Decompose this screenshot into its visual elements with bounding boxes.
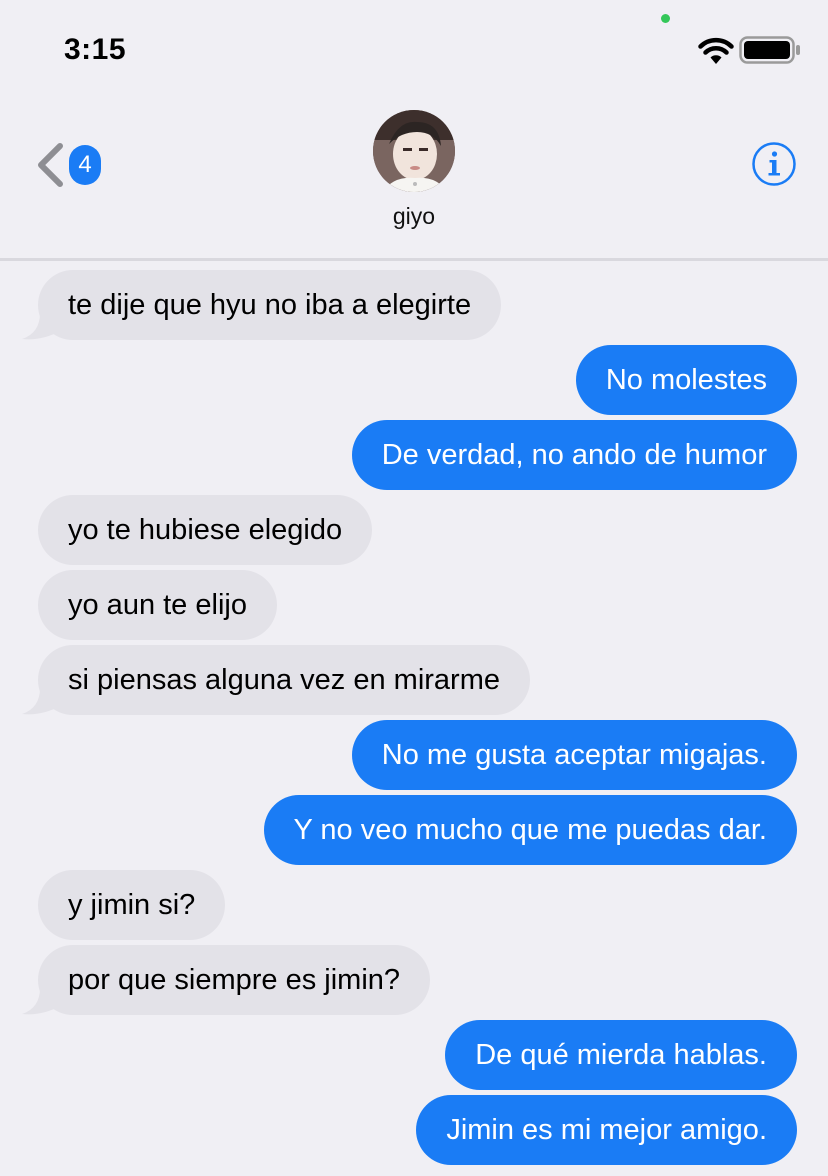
status-bar: 3:15	[0, 0, 828, 96]
outgoing-message-bubble[interactable]: Jimin es mi mejor amigo.	[416, 1095, 797, 1165]
message-list: te dije que hyu no iba a elegirte No mol…	[0, 261, 828, 1176]
incoming-bubble-tail	[22, 688, 60, 715]
back-button[interactable]: 4	[36, 140, 108, 190]
unread-count-badge: 4	[69, 145, 101, 185]
info-icon[interactable]	[751, 141, 797, 187]
outgoing-message-bubble[interactable]: Y no veo mucho que me puedas dar.	[263, 795, 797, 865]
incoming-bubble-tail	[22, 313, 60, 340]
outgoing-message-bubble[interactable]: No me gusta aceptar migajas.	[351, 720, 797, 790]
contact-name[interactable]: giyo	[0, 203, 828, 230]
privacy-indicator-dot	[661, 14, 670, 23]
wifi-icon	[698, 37, 734, 64]
avatar-photo	[373, 110, 455, 192]
outgoing-message-bubble[interactable]: No molestes	[575, 345, 797, 415]
outgoing-message-bubble[interactable]: De verdad, no ando de humor	[351, 420, 797, 490]
incoming-message-bubble[interactable]: por que siempre es jimin?	[38, 945, 431, 1015]
incoming-message-bubble[interactable]: te dije que hyu no iba a elegirte	[38, 270, 502, 340]
status-time: 3:15	[64, 33, 127, 66]
incoming-message-bubble[interactable]: yo te hubiese elegido	[38, 495, 373, 565]
incoming-message-bubble[interactable]: yo aun te elijo	[38, 570, 277, 640]
incoming-bubble-tail	[22, 988, 60, 1015]
incoming-message-bubble[interactable]: si piensas alguna vez en mirarme	[38, 645, 530, 715]
chevron-left-icon	[38, 143, 63, 187]
outgoing-message-bubble[interactable]: De qué mierda hablas.	[445, 1020, 797, 1090]
contact-avatar[interactable]	[373, 110, 455, 192]
battery-icon	[739, 36, 800, 64]
incoming-message-bubble[interactable]: y jimin si?	[38, 870, 226, 940]
